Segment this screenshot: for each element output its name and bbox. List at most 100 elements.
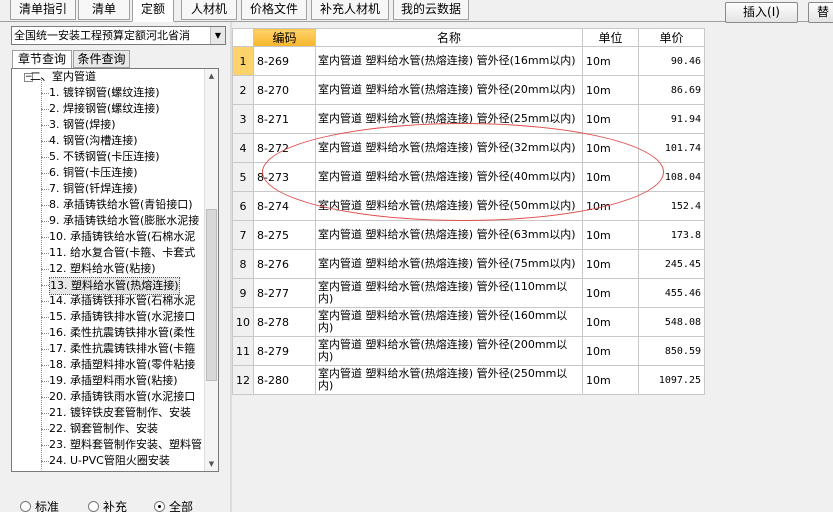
price-cell[interactable]: 1097.25: [638, 365, 705, 395]
price-cell[interactable]: 152.4: [638, 191, 705, 221]
name-cell[interactable]: 室内管道 塑料给水管(热熔连接) 管外径(200mm以内): [315, 336, 583, 366]
header-name[interactable]: 名称: [315, 28, 583, 47]
name-cell[interactable]: 室内管道 塑料给水管(热熔连接) 管外径(50mm以内): [315, 191, 583, 221]
name-cell[interactable]: 室内管道 塑料给水管(热熔连接) 管外径(75mm以内): [315, 249, 583, 279]
radio-standard[interactable]: 标准: [20, 500, 59, 512]
table-row[interactable]: 6 8-274 室内管道 塑料给水管(热熔连接) 管外径(50mm以内) 10m 152…: [232, 191, 705, 221]
dropdown-arrow-icon[interactable]: ▼: [210, 27, 225, 44]
header-price[interactable]: 单价: [638, 28, 705, 47]
code-cell[interactable]: 8-269: [253, 46, 316, 76]
code-cell[interactable]: 8-276: [253, 249, 316, 279]
row-number-cell[interactable]: 5: [232, 162, 254, 192]
price-cell[interactable]: 91.94: [638, 104, 705, 134]
name-cell[interactable]: 室内管道 塑料给水管(热熔连接) 管外径(63mm以内): [315, 220, 583, 250]
price-cell[interactable]: 101.74: [638, 133, 705, 163]
unit-cell[interactable]: 10m: [582, 162, 639, 192]
code-cell[interactable]: 8-271: [253, 104, 316, 134]
code-cell[interactable]: 8-270: [253, 75, 316, 105]
row-number-cell[interactable]: 6: [232, 191, 254, 221]
table-row[interactable]: 7 8-275 室内管道 塑料给水管(热熔连接) 管外径(63mm以内) 10m 173…: [232, 220, 705, 250]
code-cell[interactable]: 8-279: [253, 336, 316, 366]
tab-my-cloud-data[interactable]: 我的云数据: [393, 0, 469, 20]
name-cell[interactable]: 室内管道 塑料给水管(热熔连接) 管外径(250mm以内): [315, 365, 583, 395]
table-row[interactable]: 3 8-271 室内管道 塑料给水管(热熔连接) 管外径(25mm以内) 10m 91.…: [232, 104, 705, 134]
name-cell[interactable]: 室内管道 塑料给水管(热熔连接) 管外径(32mm以内): [315, 133, 583, 163]
name-cell[interactable]: 室内管道 塑料给水管(热熔连接) 管外径(110mm以内): [315, 278, 583, 308]
unit-cell[interactable]: 10m: [582, 75, 639, 105]
scroll-up-icon[interactable]: ▲: [205, 69, 218, 83]
price-cell[interactable]: 245.45: [638, 249, 705, 279]
radio-all-label: 全部: [169, 500, 194, 512]
radio-supplement[interactable]: 补充: [88, 500, 127, 512]
row-number-cell[interactable]: 2: [232, 75, 254, 105]
tab-chapter-search[interactable]: 章节查询: [12, 50, 72, 69]
scroll-down-icon[interactable]: ▼: [205, 457, 218, 471]
table-row[interactable]: 11 8-279 室内管道 塑料给水管(热熔连接) 管外径(200mm以内) 10m 8…: [232, 336, 705, 366]
unit-cell[interactable]: 10m: [582, 133, 639, 163]
row-number-cell[interactable]: 11: [232, 336, 254, 366]
price-cell[interactable]: 86.69: [638, 75, 705, 105]
unit-cell[interactable]: 10m: [582, 249, 639, 279]
code-cell[interactable]: 8-272: [253, 133, 316, 163]
row-number-cell[interactable]: 3: [232, 104, 254, 134]
row-number-cell[interactable]: 4: [232, 133, 254, 163]
unit-cell[interactable]: 10m: [582, 307, 639, 337]
tab-quota[interactable]: 定额: [132, 0, 174, 22]
price-cell[interactable]: 108.04: [638, 162, 705, 192]
unit-cell[interactable]: 10m: [582, 336, 639, 366]
unit-cell[interactable]: 10m: [582, 46, 639, 76]
header-unit[interactable]: 单位: [582, 28, 639, 47]
name-cell[interactable]: 室内管道 塑料给水管(热熔连接) 管外径(16mm以内): [315, 46, 583, 76]
tab-list-guide[interactable]: 清单指引: [10, 0, 76, 20]
table-row[interactable]: 5 8-273 室内管道 塑料给水管(热熔连接) 管外径(40mm以内) 10m 108…: [232, 162, 705, 192]
price-cell[interactable]: 548.08: [638, 307, 705, 337]
table-row[interactable]: 2 8-270 室内管道 塑料给水管(热熔连接) 管外径(20mm以内) 10m 86.…: [232, 75, 705, 105]
quota-library-select[interactable]: 全国统一安装工程预算定额河北省消 ▼: [11, 26, 226, 45]
code-cell[interactable]: 8-280: [253, 365, 316, 395]
tree-branch-line: [41, 285, 49, 286]
radio-all[interactable]: 全部: [154, 500, 193, 512]
insert-button[interactable]: 插入(I): [725, 2, 798, 23]
table-row[interactable]: 9 8-277 室内管道 塑料给水管(热熔连接) 管外径(110mm以内) 10m 45…: [232, 278, 705, 308]
code-cell[interactable]: 8-273: [253, 162, 316, 192]
replace-button[interactable]: 替: [808, 2, 833, 23]
tab-price-file[interactable]: 价格文件: [241, 0, 307, 20]
table-row[interactable]: 8 8-276 室内管道 塑料给水管(热熔连接) 管外径(75mm以内) 10m 245…: [232, 249, 705, 279]
scroll-thumb[interactable]: [206, 209, 217, 381]
price-cell[interactable]: 850.59: [638, 336, 705, 366]
unit-cell[interactable]: 10m: [582, 278, 639, 308]
code-cell[interactable]: 8-278: [253, 307, 316, 337]
code-cell[interactable]: 8-274: [253, 191, 316, 221]
tab-list[interactable]: 清单: [78, 0, 130, 20]
tree-branch-line: [41, 221, 49, 222]
unit-cell[interactable]: 10m: [582, 365, 639, 395]
table-row[interactable]: 4 8-272 室内管道 塑料给水管(热熔连接) 管外径(32mm以内) 10m 101…: [232, 133, 705, 163]
unit-cell[interactable]: 10m: [582, 191, 639, 221]
unit-cell[interactable]: 10m: [582, 220, 639, 250]
name-cell[interactable]: 室内管道 塑料给水管(热熔连接) 管外径(20mm以内): [315, 75, 583, 105]
row-number-cell[interactable]: 8: [232, 249, 254, 279]
code-cell[interactable]: 8-275: [253, 220, 316, 250]
code-cell[interactable]: 8-277: [253, 278, 316, 308]
price-cell[interactable]: 173.8: [638, 220, 705, 250]
tab-condition-search[interactable]: 条件查询: [73, 50, 130, 68]
tab-labor-material-machine[interactable]: 人材机: [181, 0, 237, 20]
table-row[interactable]: 10 8-278 室内管道 塑料给水管(热熔连接) 管外径(160mm以内) 10m 5…: [232, 307, 705, 337]
price-cell[interactable]: 90.46: [638, 46, 705, 76]
price-cell[interactable]: 455.46: [638, 278, 705, 308]
unit-cell[interactable]: 10m: [582, 104, 639, 134]
row-number-cell[interactable]: 7: [232, 220, 254, 250]
row-number-cell[interactable]: 12: [232, 365, 254, 395]
header-code[interactable]: 编码: [253, 28, 316, 47]
tree-scrollbar[interactable]: ▲ ▼: [204, 69, 218, 471]
name-cell[interactable]: 室内管道 塑料给水管(热熔连接) 管外径(25mm以内): [315, 104, 583, 134]
name-cell[interactable]: 室内管道 塑料给水管(热熔连接) 管外径(40mm以内): [315, 162, 583, 192]
row-number-cell[interactable]: 9: [232, 278, 254, 308]
name-cell[interactable]: 室内管道 塑料给水管(热熔连接) 管外径(160mm以内): [315, 307, 583, 337]
tab-supplementary-material[interactable]: 补充人材机: [311, 0, 389, 20]
row-number-cell[interactable]: 10: [232, 307, 254, 337]
chapter-tree[interactable]: − 二、室内管道 ▲ ▼ 1. 镀锌钢管(螺纹连接) 2. 焊接钢管(螺纹连接) 3…: [11, 68, 219, 472]
table-row[interactable]: 12 8-280 室内管道 塑料给水管(热熔连接) 管外径(250mm以内) 10m 1…: [232, 365, 705, 395]
row-number-cell[interactable]: 1: [232, 46, 254, 76]
table-row[interactable]: 1 8-269 室内管道 塑料给水管(热熔连接) 管外径(16mm以内) 10m 90.…: [232, 46, 705, 76]
